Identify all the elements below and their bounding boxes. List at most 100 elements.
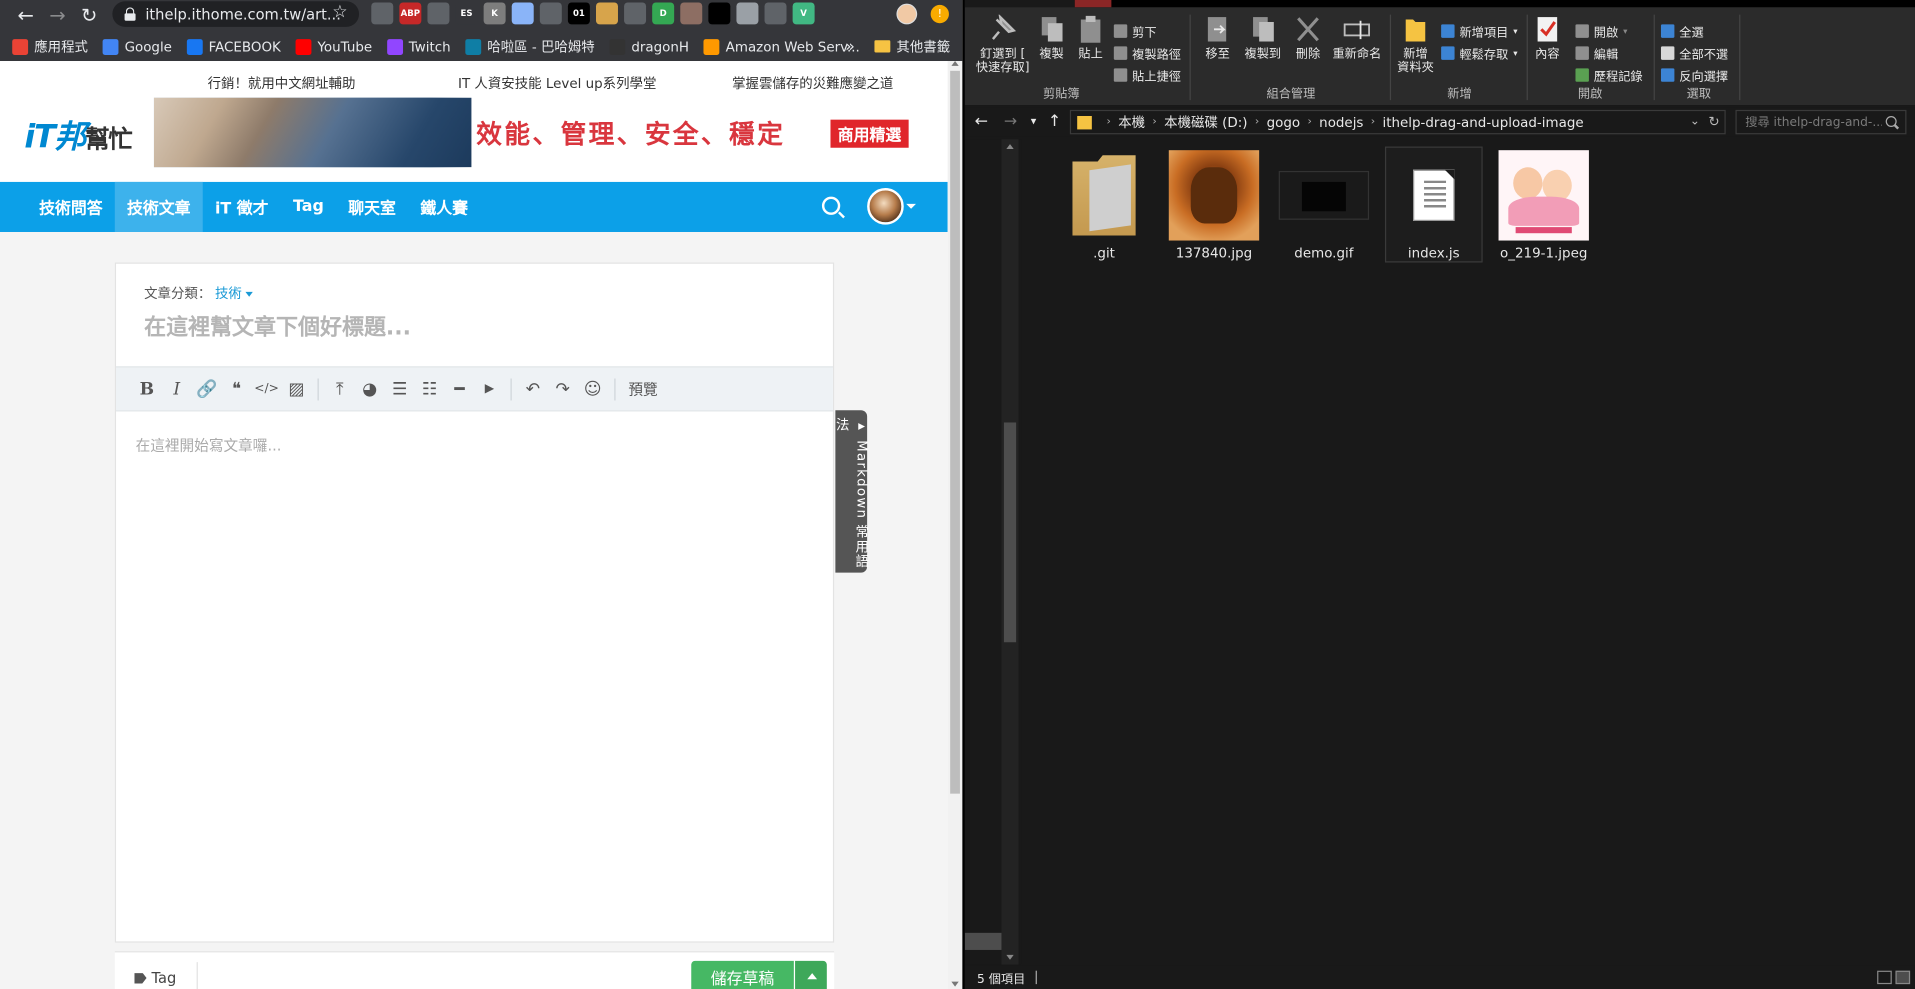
breadcrumb-item[interactable]: 本機	[1118, 112, 1145, 132]
breadcrumb-chevron-icon[interactable]: ›	[1371, 116, 1375, 128]
easy-access-button[interactable]: 輕鬆存取 ▾	[1441, 44, 1517, 62]
properties-button[interactable]: 內容	[1529, 15, 1566, 61]
nav-item[interactable]: 技術問答	[0, 182, 115, 232]
italic-button[interactable]: I	[162, 374, 192, 403]
ordered-list-button[interactable]: ☰	[385, 374, 415, 403]
breadcrumb-item[interactable]: nodejs	[1319, 114, 1363, 130]
page-scrollbar[interactable]	[947, 61, 963, 989]
omnibox[interactable]: ithelp.ithome.com.tw/art...	[112, 1, 360, 27]
paste-shortcut-button[interactable]: 貼上捷徑	[1113, 66, 1181, 84]
nav-pane-scroll-thumb[interactable]	[1003, 422, 1017, 643]
chevron-down-icon[interactable]	[906, 203, 916, 209]
nav-item[interactable]: Tag	[281, 182, 336, 232]
code-button[interactable]: </>	[252, 374, 282, 403]
site-logo[interactable]: iT邦幫忙	[24, 112, 132, 157]
reload-icon[interactable]: ↻	[73, 1, 105, 28]
header-link-1[interactable]: 行銷！就用中文網址輔助	[208, 73, 356, 93]
emoji-button[interactable]: ☺	[578, 374, 608, 403]
explorer-back-icon[interactable]: ←	[975, 112, 988, 130]
header-link-2[interactable]: IT 人資安技能 Level up系列學堂	[458, 73, 656, 93]
green-d-ext-icon[interactable]: D	[652, 2, 675, 25]
large-icons-view-icon[interactable]	[1895, 970, 1911, 985]
img-ext-icon[interactable]	[680, 2, 703, 25]
explorer-search-input[interactable]	[1745, 115, 1883, 129]
select-all-button[interactable]: 全選	[1660, 22, 1704, 40]
open-button[interactable]: 開啟 ▾	[1575, 22, 1627, 40]
breadcrumb-item[interactable]: gogo	[1267, 114, 1301, 130]
bookmark-item[interactable]: 哈啦區 - 巴哈姆特	[465, 37, 595, 57]
tab-ext-icon[interactable]	[427, 2, 450, 25]
select-none-button[interactable]: 全部不選	[1660, 44, 1728, 62]
record-ext-icon[interactable]	[708, 2, 731, 25]
bookmark-item[interactable]: Amazon Web Serv...	[703, 38, 860, 55]
pin-quick-access-button[interactable]: 釘選到 [ 快速存取]	[975, 13, 1031, 74]
quote-button[interactable]: ❝	[222, 374, 252, 403]
path-breadcrumb[interactable]: › 本機 › 本機磁碟 (D:) › gogo › nodejs › ithelp-drag-an…	[1069, 109, 1726, 135]
breadcrumb-chevron-icon[interactable]: ›	[1152, 116, 1156, 128]
zero-one-ext-icon[interactable]: 01	[567, 2, 590, 25]
recent-locations-icon[interactable]: ▾	[1031, 116, 1037, 128]
globe-ext-icon[interactable]	[624, 2, 647, 25]
new-folder-button[interactable]: 新增 資料夾	[1395, 15, 1437, 74]
unordered-list-button[interactable]: ☷	[415, 374, 445, 403]
panel-ext-icon[interactable]	[764, 2, 787, 25]
upload-button[interactable]: ⤒	[325, 374, 355, 403]
forward-icon[interactable]: →	[42, 1, 74, 28]
adblock-icon[interactable]: ABP	[399, 2, 422, 25]
chart-button[interactable]: ◕	[355, 374, 385, 403]
cut-button[interactable]: 剪下	[1113, 22, 1157, 40]
tag-field[interactable]: Tag	[134, 969, 176, 987]
details-view-icon[interactable]	[1877, 970, 1892, 985]
explorer-forward-icon[interactable]: →	[1004, 112, 1017, 130]
breadcrumb-item[interactable]: ithelp-drag-and-upload-image	[1383, 114, 1584, 130]
other-bookmarks[interactable]: 其他書籤	[874, 37, 950, 57]
file-item[interactable]: index.js	[1384, 146, 1483, 263]
ad-banner[interactable]: 效能、管理、安全、穩定 商用精選	[153, 97, 921, 168]
page-scroll-thumb[interactable]	[950, 70, 960, 794]
markdown-help-tab[interactable]: ▸ Markdown 常用語法	[834, 410, 870, 573]
bold-button[interactable]: B	[132, 374, 162, 403]
edit-button[interactable]: 編輯	[1575, 44, 1618, 62]
scroll-down-icon[interactable]	[1006, 954, 1014, 960]
nav-item[interactable]: 鐵人賽	[408, 182, 480, 232]
save-options-caret-icon[interactable]	[795, 960, 827, 989]
es-ext-icon[interactable]: ES	[455, 2, 478, 25]
breadcrumb-chevron-icon[interactable]: ›	[1255, 116, 1259, 128]
rename-button[interactable]: 重新命名	[1329, 15, 1385, 61]
nav-item[interactable]: 聊天室	[336, 182, 408, 232]
circle-ext-icon[interactable]	[511, 2, 534, 25]
k-ext-icon[interactable]: K	[483, 2, 506, 25]
youtube-button[interactable]: ▶	[474, 374, 504, 403]
nav-pane-scrollbar[interactable]	[1001, 139, 1019, 965]
copy-to-button[interactable]: 複製到	[1238, 15, 1287, 61]
bookmark-item[interactable]: Google	[102, 38, 172, 55]
image-button[interactable]: ▨	[282, 374, 312, 403]
move-to-button[interactable]: 移至	[1199, 15, 1236, 61]
nav-pane-hscroll-thumb[interactable]	[964, 932, 1002, 950]
category-caret-icon[interactable]	[245, 291, 253, 297]
bookmark-item[interactable]: dragonH	[609, 38, 689, 55]
title-input[interactable]	[144, 315, 804, 341]
calendar-ext-icon[interactable]	[539, 2, 562, 25]
save-draft-button[interactable]: 儲存草稿	[691, 960, 794, 989]
cookie-ext-icon[interactable]	[595, 2, 618, 25]
category-select[interactable]: 技術	[215, 286, 242, 302]
refresh-icon[interactable]: ↻	[1708, 114, 1719, 130]
article-body-input[interactable]	[135, 434, 814, 924]
bookmark-star-icon[interactable]: ☆	[332, 2, 347, 22]
back-icon[interactable]: ←	[10, 1, 42, 28]
preview-button[interactable]: 預覽	[628, 379, 657, 400]
redo-button[interactable]: ↷	[548, 374, 578, 403]
scroll-down-icon[interactable]	[951, 981, 959, 987]
copy-path-button[interactable]: 複製路徑	[1113, 44, 1181, 62]
breadcrumb-chevron-icon[interactable]: ›	[1307, 116, 1311, 128]
hr-button[interactable]: ━	[445, 374, 475, 403]
shield-ext-icon[interactable]	[371, 2, 394, 25]
paste-button[interactable]: 貼上	[1072, 15, 1109, 61]
breadcrumb-chevron-icon[interactable]: ›	[1106, 116, 1110, 128]
invert-selection-button[interactable]: 反向選擇	[1660, 66, 1728, 84]
bookmark-item[interactable]: FACEBOOK	[186, 38, 281, 55]
chrome-menu-icon[interactable]: !	[930, 4, 949, 24]
link-button[interactable]: 🔗	[192, 374, 222, 403]
path-dropdown-icon[interactable]: ⌄	[1690, 115, 1700, 128]
